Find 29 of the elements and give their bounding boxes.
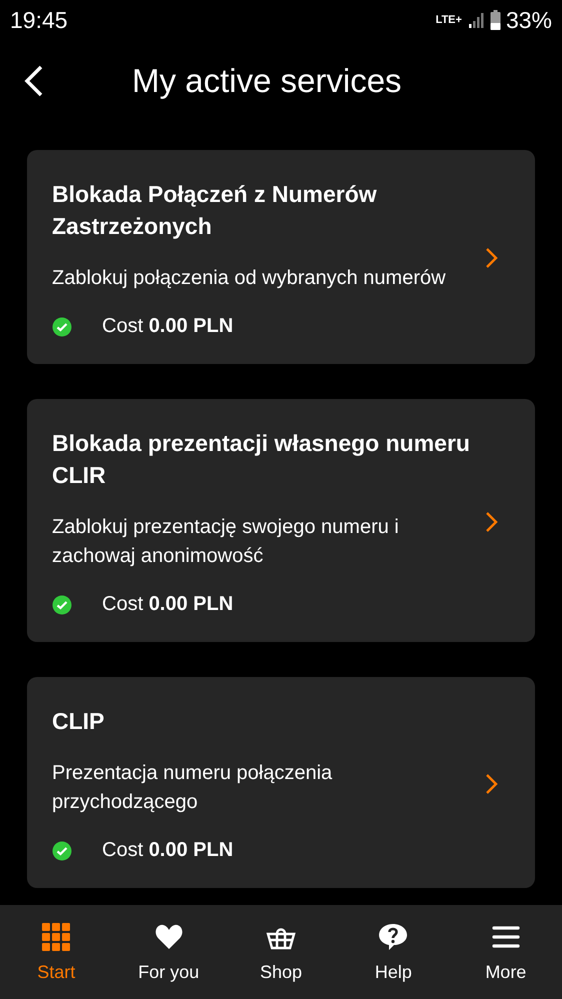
service-description: Zablokuj prezentację swojego numeru i zachowaj anonimowość — [52, 515, 400, 569]
back-icon[interactable] — [24, 65, 44, 97]
service-description: Prezentacja numeru połączenia przychodzącego — [52, 761, 334, 815]
service-card[interactable]: Blokada Połączeń z Numerów Zastrzeżonych Zablokuj połączenia od wybranych numerów Cost 0.00 PLN — [27, 150, 535, 364]
service-description: Zablokuj połączenia od wybranych numerów — [52, 266, 447, 291]
chevron-icon — [485, 772, 499, 794]
grid-icon — [41, 922, 72, 952]
service-title: Blokada Połączeń z Numerów Zastrzeżonych — [52, 180, 378, 241]
network-type: LTE+ — [436, 14, 462, 26]
service-cost: Cost 0.00 PLN — [102, 315, 234, 338]
nav-tab[interactable]: Shop — [224, 905, 338, 999]
service-title: CLIP — [52, 707, 106, 736]
service-card[interactable]: CLIP Prezentacja numeru połączenia przychodzącego Cost 0.00 PLN — [27, 677, 535, 888]
service-cost: Cost 0.00 PLN — [102, 839, 234, 862]
chevron-icon — [485, 247, 499, 269]
signal-icon — [466, 11, 485, 29]
nav-tab[interactable]: For you — [112, 905, 225, 999]
nav-tab[interactable]: More — [450, 905, 562, 999]
help-icon — [378, 922, 408, 952]
clock: 19:45 — [10, 6, 68, 34]
chevron-icon — [485, 510, 499, 532]
battery-icon — [490, 10, 501, 30]
service-title: Blokada prezentacji własnego numeru CLIR — [52, 429, 471, 490]
page-title: My active services — [132, 62, 402, 100]
service-cost: Cost 0.00 PLN — [102, 593, 234, 616]
nav-tab[interactable]: Help — [337, 905, 450, 999]
battery-level: 33% — [506, 6, 552, 34]
service-card[interactable]: Blokada prezentacji własnego numeru CLIR Zablokuj prezentację swojego numeru i zachowaj anonimowość Cost 0.00 PLN — [27, 399, 535, 642]
nav-tab[interactable]: Start — [0, 905, 112, 999]
